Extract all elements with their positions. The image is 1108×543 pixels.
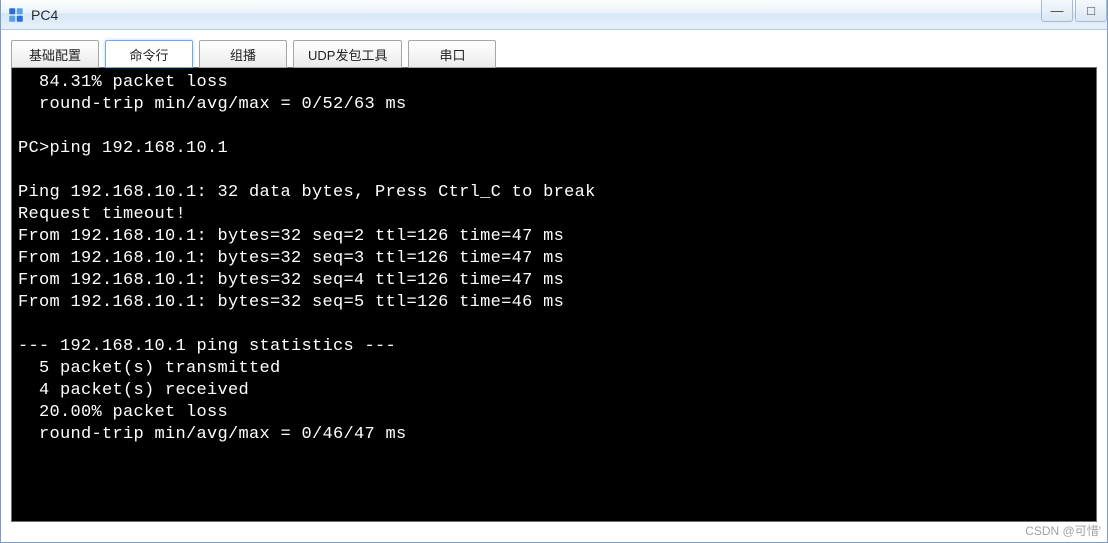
tab-cli[interactable]: 命令行 (105, 40, 193, 68)
tab-label: 串口 (439, 45, 465, 64)
terminal-output[interactable]: 84.31% packet loss round-trip min/avg/ma… (11, 67, 1097, 522)
tab-label: 基础配置 (29, 45, 81, 64)
maximize-button[interactable]: □ (1075, 0, 1107, 22)
maximize-icon: □ (1087, 3, 1095, 18)
titlebar: PC4 — □ (1, 0, 1107, 30)
tab-label: 命令行 (129, 45, 168, 64)
tab-multicast[interactable]: 组播 (199, 40, 287, 68)
window-title: PC4 (31, 7, 58, 23)
app-icon (7, 6, 25, 24)
app-window: PC4 — □ 基础配置 命令行 组播 UDP发包工具 串口 (0, 0, 1108, 543)
tab-udp[interactable]: UDP发包工具 (293, 40, 402, 68)
watermark: CSDN @可惜' (1025, 522, 1101, 539)
tabstrip: 基础配置 命令行 组播 UDP发包工具 串口 (11, 40, 1097, 68)
content-area: 基础配置 命令行 组播 UDP发包工具 串口 84.31% packet los… (1, 30, 1107, 522)
minimize-icon: — (1051, 3, 1064, 18)
tab-basic[interactable]: 基础配置 (11, 40, 99, 68)
tab-serial[interactable]: 串口 (408, 40, 496, 68)
tab-label: UDP发包工具 (308, 45, 387, 64)
window-controls: — □ (1042, 0, 1107, 22)
tab-label: 组播 (230, 45, 256, 64)
minimize-button[interactable]: — (1041, 0, 1073, 22)
